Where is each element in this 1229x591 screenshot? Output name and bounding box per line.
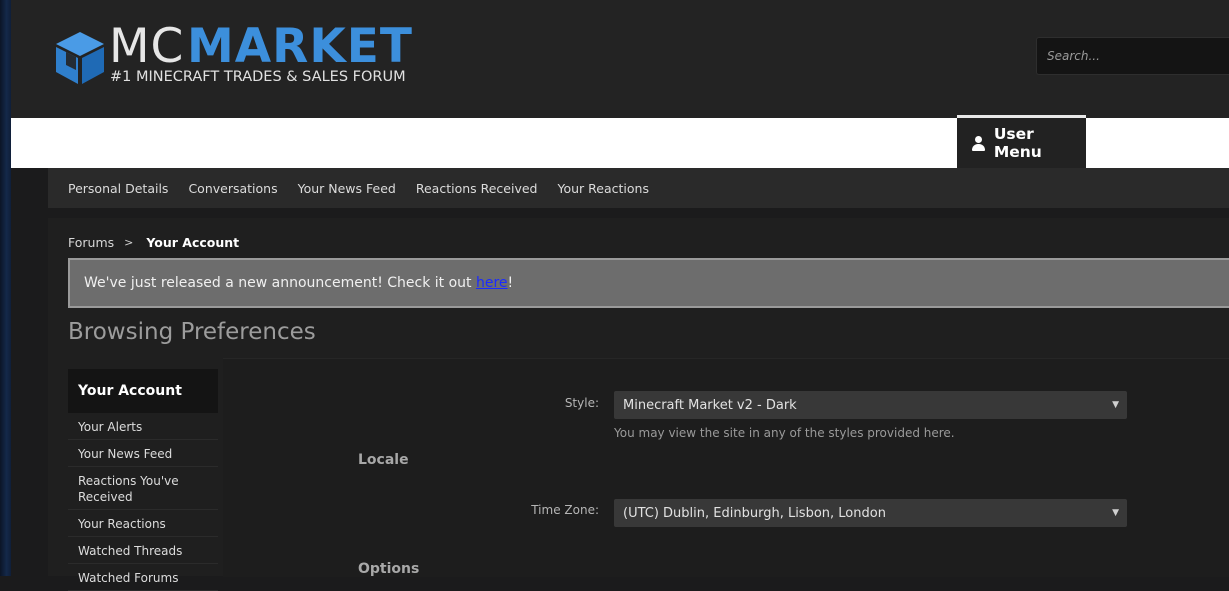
timezone-label: Time Zone: (531, 503, 599, 517)
sidebar-item-watched-forums[interactable]: Watched Forums (68, 564, 218, 591)
sidebar-item-your-alerts[interactable]: Your Alerts (68, 413, 218, 440)
subnav-conversations[interactable]: Conversations (188, 181, 277, 196)
logo-text-mc: MC (109, 19, 185, 74)
style-hint: You may view the site in any of the styl… (614, 426, 955, 440)
caret-down-icon: ▼ (1112, 508, 1119, 518)
search-input[interactable] (1037, 38, 1229, 74)
site-header: MC MARKET #1 MINECRAFT TRADES & SALES FO… (11, 0, 1229, 118)
account-subnav: Personal Details Conversations Your News… (48, 168, 1229, 208)
notice-text: We've just released a new announcement! … (84, 275, 476, 291)
caret-down-icon: ▼ (1112, 400, 1119, 410)
sidebar-item-watched-threads[interactable]: Watched Threads (68, 537, 218, 564)
announcement-notice: We've just released a new announcement! … (68, 258, 1229, 308)
preferences-form: Style: Minecraft Market v2 - Dark ▼ You … (223, 358, 1229, 577)
style-label: Style: (564, 396, 599, 410)
style-select-value: Minecraft Market v2 - Dark (623, 397, 797, 413)
style-select[interactable]: Minecraft Market v2 - Dark ▼ (614, 391, 1127, 419)
notice-suffix: ! (507, 275, 514, 291)
subnav-personal-details[interactable]: Personal Details (68, 181, 168, 196)
main-nav-bar: User Menu (11, 115, 1229, 168)
user-menu-label: User Menu (993, 125, 1042, 161)
logo-text-market: MARKET (187, 19, 413, 74)
timezone-select[interactable]: (UTC) Dublin, Edinburgh, Lisbon, London … (614, 499, 1127, 527)
subnav-your-reactions[interactable]: Your Reactions (558, 181, 649, 196)
desktop-background-strip (0, 0, 11, 576)
breadcrumb-current[interactable]: Your Account (146, 235, 239, 250)
timezone-select-value: (UTC) Dublin, Edinburgh, Lisbon, London (623, 505, 886, 521)
sidebar-item-reactions-received[interactable]: Reactions You've Received (68, 467, 218, 510)
main-content: Forums > Your Account We've just release… (48, 218, 1229, 591)
search-box (1036, 37, 1229, 75)
subnav-your-news-feed[interactable]: Your News Feed (298, 181, 396, 196)
site-logo[interactable]: MC MARKET #1 MINECRAFT TRADES & SALES FO… (53, 22, 413, 90)
page-title: Browsing Preferences (68, 319, 316, 345)
breadcrumb-forums[interactable]: Forums (68, 235, 114, 250)
options-heading: Options (358, 561, 420, 577)
logo-tagline: #1 MINECRAFT TRADES & SALES FORUM (110, 69, 406, 85)
sidebar-heading[interactable]: Your Account (68, 369, 218, 413)
user-icon (972, 135, 985, 151)
user-menu-tab[interactable]: User Menu (957, 115, 1086, 168)
sidebar-item-your-news-feed[interactable]: Your News Feed (68, 440, 218, 467)
cube-logo-icon (56, 32, 104, 84)
sidebar-item-your-reactions[interactable]: Your Reactions (68, 510, 218, 537)
locale-heading: Locale (358, 452, 409, 468)
breadcrumb-separator: > (124, 236, 134, 249)
subnav-reactions-received[interactable]: Reactions Received (416, 181, 538, 196)
notice-link[interactable]: here (476, 275, 508, 291)
breadcrumb: Forums > Your Account (68, 235, 239, 250)
account-sidebar: Your Account Your Alerts Your News Feed … (68, 369, 218, 591)
